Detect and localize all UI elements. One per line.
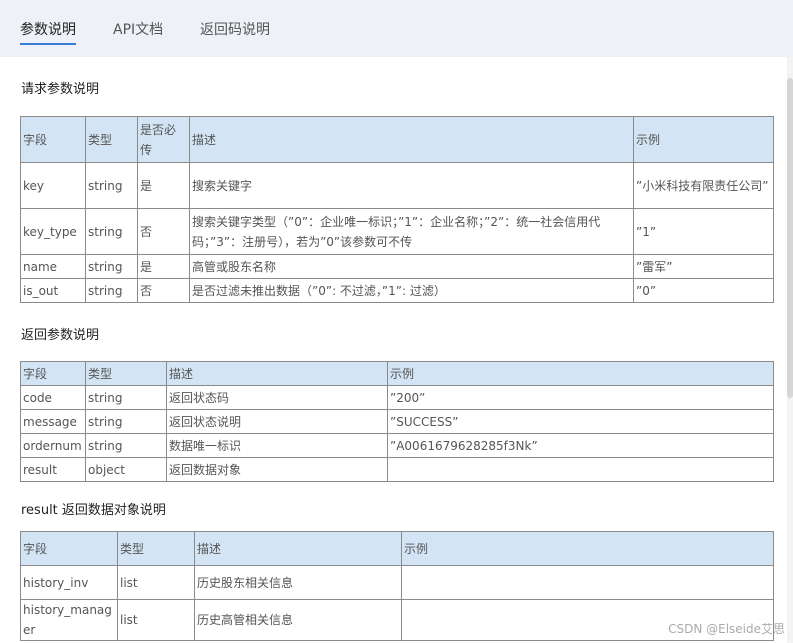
col-header: 类型 — [85, 361, 167, 386]
table-cell: is_out — [20, 278, 86, 303]
table-cell: key — [20, 162, 86, 209]
table-cell: 是 — [137, 162, 190, 209]
table-cell: 返回数据对象 — [166, 457, 388, 482]
table-row: result object 返回数据对象 — [20, 457, 774, 482]
col-header: 是否必传 — [137, 116, 190, 163]
col-header: 类型 — [117, 531, 195, 566]
table-cell: ”小米科技有限责任公司” — [633, 162, 774, 209]
table-cell: ordernum — [20, 433, 86, 458]
col-header: 类型 — [85, 116, 138, 163]
table-cell: 高管或股东名称 — [189, 254, 634, 279]
csdn-watermark: CSDN @Elseide艾思 — [668, 622, 785, 636]
table-cell: result — [20, 457, 86, 482]
table-header-row: 字段 类型 描述 示例 — [20, 361, 774, 386]
table-row: history_inv list 历史股东相关信息 — [20, 565, 774, 600]
col-header: 字段 — [20, 531, 118, 566]
col-header: 字段 — [20, 361, 86, 386]
table-row: message string 返回状态说明 ”SUCCESS” — [20, 409, 774, 434]
table-cell: 否 — [137, 278, 190, 303]
return-section-title: 返回参数说明 — [21, 328, 100, 343]
table-row: key string 是 搜索关键字 ”小米科技有限责任公司” — [20, 162, 774, 209]
table-cell: 返回状态说明 — [166, 409, 388, 434]
table-cell: ”1” — [633, 208, 774, 255]
table-row: key_type string 否 搜索关键字类型（”0”：企业唯一标识；”1”… — [20, 208, 774, 255]
scrollbar-thumb[interactable] — [787, 78, 793, 398]
table-row: name string 是 高管或股东名称 ”雷军” — [20, 254, 774, 279]
col-header: 示例 — [387, 361, 774, 386]
top-tab-bar: 参数说明 API文档 返回码说明 — [0, 0, 793, 57]
table-cell: history_manager — [20, 599, 118, 641]
table-cell: 搜索关键字 — [189, 162, 634, 209]
table-cell: key_type — [20, 208, 86, 255]
table-cell: 历史高管相关信息 — [194, 599, 402, 641]
result-section-title: result 返回数据对象说明 — [21, 503, 166, 518]
table-header-row: 字段 类型 是否必传 描述 示例 — [20, 116, 774, 163]
table-header-row: 字段 类型 描述 示例 — [20, 531, 774, 566]
table-cell — [387, 457, 774, 482]
col-header: 描述 — [194, 531, 402, 566]
table-row: is_out string 否 是否过滤未推出数据（”0”: 不过滤，”1”: … — [20, 278, 774, 303]
table-cell: 否 — [137, 208, 190, 255]
tab-return-codes[interactable]: 返回码说明 — [200, 19, 270, 39]
table-cell: object — [85, 457, 167, 482]
table-cell: 历史股东相关信息 — [194, 565, 402, 600]
table-cell: string — [85, 162, 138, 209]
table-cell: name — [20, 254, 86, 279]
table-cell: ”A0061679628285f3Nk” — [387, 433, 774, 458]
col-header: 字段 — [20, 116, 86, 163]
request-section-title: 请求参数说明 — [21, 82, 100, 97]
table-cell: 是否过滤未推出数据（”0”: 不过滤，”1”: 过滤） — [189, 278, 634, 303]
tab-param-description[interactable]: 参数说明 — [20, 19, 76, 45]
table-cell: 是 — [137, 254, 190, 279]
table-cell: 返回状态码 — [166, 385, 388, 410]
col-header: 示例 — [401, 531, 774, 566]
table-cell: string — [85, 254, 138, 279]
table-cell: string — [85, 278, 138, 303]
table-row: ordernum string 数据唯一标识 ”A0061679628285f3… — [20, 433, 774, 458]
return-params-table: 字段 类型 描述 示例 code string 返回状态码 ”200” mess… — [20, 361, 774, 482]
result-object-table: 字段 类型 描述 示例 history_inv list 历史股东相关信息 hi… — [20, 531, 774, 641]
table-cell: history_inv — [20, 565, 118, 600]
col-header: 描述 — [189, 116, 634, 163]
table-cell: string — [85, 433, 167, 458]
col-header: 示例 — [633, 116, 774, 163]
table-row: code string 返回状态码 ”200” — [20, 385, 774, 410]
table-cell: 搜索关键字类型（”0”：企业唯一标识；”1”：企业名称；”2”：统一社会信用代码… — [189, 208, 634, 255]
request-params-table: 字段 类型 是否必传 描述 示例 key string 是 搜索关键字 ”小米科… — [20, 116, 774, 303]
table-cell: message — [20, 409, 86, 434]
table-cell: string — [85, 409, 167, 434]
table-cell — [401, 565, 774, 600]
table-cell: ”雷军” — [633, 254, 774, 279]
table-cell: list — [117, 599, 195, 641]
col-header: 描述 — [166, 361, 388, 386]
table-cell: string — [85, 385, 167, 410]
table-row: history_manager list 历史高管相关信息 — [20, 599, 774, 641]
table-cell: ”0” — [633, 278, 774, 303]
table-cell: ”200” — [387, 385, 774, 410]
table-cell: code — [20, 385, 86, 410]
table-cell: ”SUCCESS” — [387, 409, 774, 434]
table-cell: list — [117, 565, 195, 600]
table-cell: 数据唯一标识 — [166, 433, 388, 458]
table-cell: string — [85, 208, 138, 255]
tab-api-docs[interactable]: API文档 — [113, 19, 163, 39]
